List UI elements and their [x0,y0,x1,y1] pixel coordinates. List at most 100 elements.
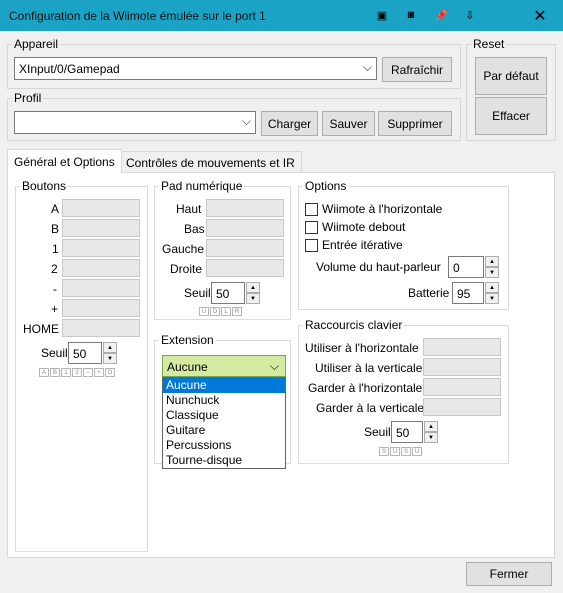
dpad-threshold-spin[interactable]: 50 [211,282,245,304]
sideways-label: Wiimote à l'horizontale [322,202,443,216]
battery-spin[interactable]: 95 [452,282,484,304]
hotkey-binding[interactable] [423,378,501,396]
extension-combo[interactable]: Aucune ⌵ [162,355,286,377]
hotkeys-threshold-label: Seuil [364,425,391,439]
extension-option[interactable]: Guitare [163,423,285,438]
tab-motion[interactable]: Contrôles de mouvements et IR [119,151,302,173]
dpad-down-binding[interactable] [206,219,284,237]
button-label-home: HOME [23,322,59,336]
buttons-group-label: Boutons [20,179,69,193]
spin-up-icon[interactable]: ▲ [485,282,499,293]
upright-label: Wiimote debout [322,220,406,234]
button-minus-binding[interactable] [62,279,140,297]
button-2-binding[interactable] [62,259,140,277]
spin-down-icon[interactable]: ▼ [485,267,499,278]
extension-dropdown-list: Aucune Nunchuck Classique Guitare Percus… [162,377,286,469]
options-group-label: Options [303,179,349,193]
hotkeys-indicators: S U S U [379,447,422,456]
pin-icon[interactable]: 📌 [432,6,450,24]
tab-general[interactable]: Général et Options [7,149,122,173]
button-b-binding[interactable] [62,219,140,237]
hotkey-binding[interactable] [423,398,501,416]
dpad-group-label: Pad numérique [159,179,245,193]
buttons-threshold-spin[interactable]: 50 [68,342,102,364]
extension-option[interactable]: Percussions [163,438,285,453]
indicator-chip: U [199,307,209,316]
window-icon[interactable]: ◙ [402,6,420,24]
upright-checkbox[interactable]: Wiimote debout [305,220,405,234]
extension-option[interactable]: Aucune [163,378,285,393]
button-home-binding[interactable] [62,319,140,337]
dpad-right-binding[interactable] [206,259,284,277]
battery-label: Batterie [408,286,450,300]
hotkey-binding[interactable] [423,338,501,356]
buttons-indicators: A B 1 2 - + O [39,368,115,377]
window-title: Configuration de la Wiimote émulée sur l… [9,8,266,23]
spin-up-icon[interactable]: ▲ [103,342,117,353]
button-plus-binding[interactable] [62,299,140,317]
extension-option[interactable]: Classique [163,408,285,423]
close-icon[interactable]: ✕ [517,0,563,31]
speaker-stepper[interactable]: ▲ ▼ [485,256,499,278]
snapshot-icon[interactable]: ▣ [373,6,391,24]
checkbox-box[interactable] [305,220,318,234]
save-button[interactable]: Sauver [322,111,375,136]
spin-down-icon[interactable]: ▼ [246,293,260,304]
dpad-label-right: Droite [170,262,203,276]
indicator-chip: 1 [61,368,71,377]
profile-combo[interactable]: ⌵ [14,111,256,134]
buttons-threshold-label: Seuil [41,346,68,360]
buttons-threshold-value: 50 [73,347,87,361]
button-a-binding[interactable] [62,199,140,217]
spin-down-icon[interactable]: ▼ [103,353,117,364]
hotkeys-threshold-stepper[interactable]: ▲ ▼ [424,421,438,443]
spin-up-icon[interactable]: ▲ [424,421,438,432]
hotkeys-threshold-spin[interactable]: 50 [391,421,423,443]
clear-button[interactable]: Effacer [475,97,547,135]
buttons-threshold-stepper[interactable]: ▲ ▼ [103,342,117,364]
extension-option[interactable]: Tourne-disque [163,453,285,468]
hotkey-label: Utiliser à l'horizontale [305,341,419,355]
button-label-2: 2 [51,262,58,276]
load-button[interactable]: Charger [261,111,318,136]
indicator-chip: 2 [72,368,82,377]
indicator-chip: S [379,447,389,456]
spin-down-icon[interactable]: ▼ [485,293,499,304]
spin-up-icon[interactable]: ▲ [246,282,260,293]
dpad-label-up: Haut [176,202,202,216]
spin-up-icon[interactable]: ▲ [485,256,499,267]
indicator-chip: D [210,307,220,316]
speaker-value: 0 [453,261,460,275]
delete-button[interactable]: Supprimer [378,111,452,136]
sideways-checkbox[interactable]: Wiimote à l'horizontale [305,202,442,216]
extension-option[interactable]: Nunchuck [163,393,285,408]
extension-selected: Aucune [167,360,208,374]
spin-down-icon[interactable]: ▼ [424,432,438,443]
hotkey-binding[interactable] [423,358,501,376]
battery-stepper[interactable]: ▲ ▼ [485,282,499,304]
hotkeys-group-label: Raccourcis clavier [303,318,405,332]
chevron-down-icon: ⌵ [241,114,251,128]
indicator-chip: R [232,307,242,316]
button-1-binding[interactable] [62,239,140,257]
minimize-tray-icon[interactable]: ⇩ [461,6,479,24]
iterative-label: Entrée itérative [322,238,403,252]
dpad-label-left: Gauche [162,242,205,256]
dpad-up-binding[interactable] [206,199,284,217]
button-label-1: 1 [52,242,59,256]
speaker-spin[interactable]: 0 [448,256,484,278]
device-group-label: Appareil [12,37,61,51]
close-button[interactable]: Fermer [466,562,552,586]
refresh-button[interactable]: Rafraîchir [382,57,452,82]
extension-group-label: Extension [159,333,216,347]
indicator-chip: A [39,368,49,377]
checkbox-box[interactable] [305,238,318,252]
checkbox-box[interactable] [305,202,318,216]
reset-group-label: Reset [471,37,507,51]
dpad-left-binding[interactable] [206,239,284,257]
dpad-threshold-stepper[interactable]: ▲ ▼ [246,282,260,304]
device-combo[interactable]: XInput/0/Gamepad ⌵ [14,57,377,80]
default-button[interactable]: Par défaut [475,57,547,95]
iterative-checkbox[interactable]: Entrée itérative [305,238,403,252]
button-label-plus: + [51,302,59,316]
